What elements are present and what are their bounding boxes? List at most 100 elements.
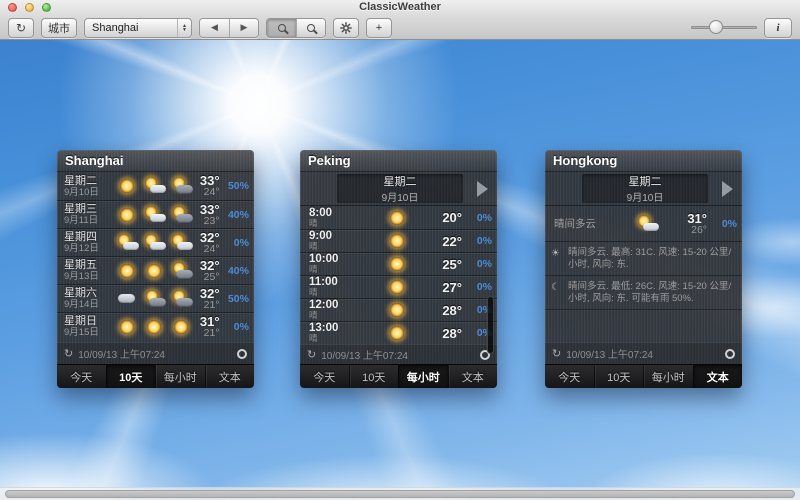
toolbar: ↻ 城市 Shanghai ▲ ▼ ◀ ▶ <box>0 15 800 40</box>
tab-today[interactable]: 今天 <box>545 365 594 388</box>
app-window: ClassicWeather ↻ 城市 Shanghai ▲ ▼ ◀ <box>0 0 800 500</box>
day-label: 星期三 <box>64 203 115 215</box>
city-select[interactable]: Shanghai ▲ ▼ <box>84 18 192 38</box>
tab-hourly[interactable]: 每小时 <box>155 365 205 388</box>
day-label: 星期四 <box>64 231 115 243</box>
forecast-row: 星期三9月11日 33°23° 40% <box>57 200 254 228</box>
city-list-button[interactable]: 城市 <box>41 18 77 38</box>
precip-chance: 0% <box>462 212 492 224</box>
hourly-row: 12:00晴 28° 0% <box>300 298 497 321</box>
next-day-arrow-icon[interactable] <box>722 181 733 197</box>
low-temp: 21° <box>194 328 220 339</box>
sky-background: Shanghai 星期二9月10日 33°24° 50% 星期三9月11日 33… <box>0 40 800 500</box>
condition-label: 晴 <box>309 265 365 274</box>
tab-text[interactable]: 文本 <box>205 365 255 388</box>
refresh-icon[interactable]: ↻ <box>552 347 561 360</box>
condition-label: 晴 <box>309 334 365 343</box>
precip-chance: 0% <box>220 237 249 249</box>
day-forecast-text: ☀ 晴间多云. 最高: 31C. 风速: 15-20 公里/小时, 风向: 东. <box>545 242 742 276</box>
location-indicator-icon[interactable] <box>237 349 247 359</box>
day-icon: ☀ <box>551 247 563 271</box>
weather-icon <box>169 176 194 196</box>
forecast-row: 星期五9月13日 32°25° 40% <box>57 256 254 284</box>
selected-day: 星期二 <box>629 173 662 189</box>
weather-icon <box>142 233 167 253</box>
precip-chance: 0% <box>462 258 492 270</box>
precip-chance: 40% <box>220 209 249 221</box>
tab-tenday[interactable]: 10天 <box>349 365 399 388</box>
weather-icon <box>115 317 140 337</box>
low-temp: 26° <box>681 225 707 236</box>
weather-panel-peking[interactable]: Peking 星期二 9月10日 8:00晴 20° 0% 9:00晴 <box>300 150 497 388</box>
date-label: 9月10日 <box>64 187 115 198</box>
day-selector[interactable]: 星期二 9月10日 <box>582 174 708 203</box>
refresh-icon[interactable]: ↻ <box>64 347 73 360</box>
info-icon: i <box>776 22 779 34</box>
tab-today[interactable]: 今天 <box>57 365 106 388</box>
back-icon: ◀ <box>211 23 218 33</box>
day-selector[interactable]: 星期二 9月10日 <box>337 174 463 203</box>
weather-icon <box>115 261 140 281</box>
weather-icon <box>385 254 410 274</box>
zoom-in-button[interactable] <box>296 19 325 37</box>
precip-chance: 50% <box>220 180 249 192</box>
window-title: ClassicWeather <box>0 0 800 15</box>
weather-icon <box>142 289 167 309</box>
weather-panel-hongkong[interactable]: Hongkong 星期二 9月10日 晴间多云 31°26° 0% ☀ <box>545 150 742 388</box>
refresh-button[interactable]: ↻ <box>8 18 34 38</box>
zoom-window-button[interactable] <box>42 3 51 12</box>
location-indicator-icon[interactable] <box>725 349 735 359</box>
date-label: 9月11日 <box>64 215 115 226</box>
vertical-scrollbar[interactable] <box>487 296 494 354</box>
panel-title: Hongkong <box>545 150 742 172</box>
settings-button[interactable] <box>333 18 359 38</box>
minimize-button[interactable] <box>25 3 34 12</box>
refresh-icon: ↻ <box>16 21 26 35</box>
tab-text[interactable]: 文本 <box>693 365 743 388</box>
precip-chance: 0% <box>220 321 249 333</box>
close-button[interactable] <box>8 3 17 12</box>
date-label: 9月13日 <box>64 271 115 282</box>
horizontal-scrollbar[interactable] <box>0 487 800 500</box>
hour-temp: 22° <box>430 234 462 249</box>
tab-hourly[interactable]: 每小时 <box>643 365 693 388</box>
forecast-text: 晴间多云. 最低: 26C. 风速: 15-20 公里/小时, 风向: 东. 可… <box>568 281 735 305</box>
night-forecast-text: ☾ 晴间多云. 最低: 26C. 风速: 15-20 公里/小时, 风向: 东.… <box>545 276 742 310</box>
horizontal-scrollbar-thumb[interactable] <box>5 490 795 498</box>
gear-icon <box>340 22 352 34</box>
tab-tenday[interactable]: 10天 <box>106 365 156 388</box>
title-bar: ClassicWeather ↻ 城市 Shanghai ▲ ▼ ◀ <box>0 0 800 40</box>
slider-track <box>691 26 757 29</box>
tab-text[interactable]: 文本 <box>448 365 498 388</box>
condition-label: 晴 <box>309 311 365 320</box>
stepper-icon: ▲ ▼ <box>177 19 191 37</box>
weather-panel-shanghai[interactable]: Shanghai 星期二9月10日 33°24° 50% 星期三9月11日 33… <box>57 150 254 388</box>
stepper-down-icon: ▼ <box>182 28 187 32</box>
scale-slider[interactable] <box>691 20 757 35</box>
selected-day: 星期二 <box>384 173 417 189</box>
view-tabs: 今天 10天 每小时 文本 <box>57 364 254 388</box>
refresh-icon[interactable]: ↻ <box>307 348 316 361</box>
tab-today[interactable]: 今天 <box>300 365 349 388</box>
weather-icon <box>115 176 140 196</box>
weather-icon <box>142 261 167 281</box>
tab-hourly[interactable]: 每小时 <box>398 365 448 388</box>
low-temp: 21° <box>194 300 220 311</box>
back-button[interactable]: ◀ <box>200 19 229 37</box>
add-city-button[interactable]: + <box>366 18 392 38</box>
next-day-arrow-icon[interactable] <box>477 181 488 197</box>
panel-title: Shanghai <box>57 150 254 172</box>
tab-tenday[interactable]: 10天 <box>594 365 644 388</box>
info-button[interactable]: i <box>764 18 792 38</box>
weather-icon <box>142 205 167 225</box>
forward-button[interactable]: ▶ <box>229 19 258 37</box>
high-temp: 32° <box>194 287 220 300</box>
forecast-row: 星期日9月15日 31°21° 0% <box>57 312 254 340</box>
hour-temp: 20° <box>430 210 462 225</box>
slider-thumb[interactable] <box>709 20 723 34</box>
hour-temp: 28° <box>430 326 462 341</box>
weather-icon <box>385 208 410 228</box>
day-selector-bar: 星期二 9月10日 <box>300 172 497 206</box>
hour-label: 8:00 <box>309 208 365 219</box>
zoom-out-button[interactable] <box>267 19 296 37</box>
